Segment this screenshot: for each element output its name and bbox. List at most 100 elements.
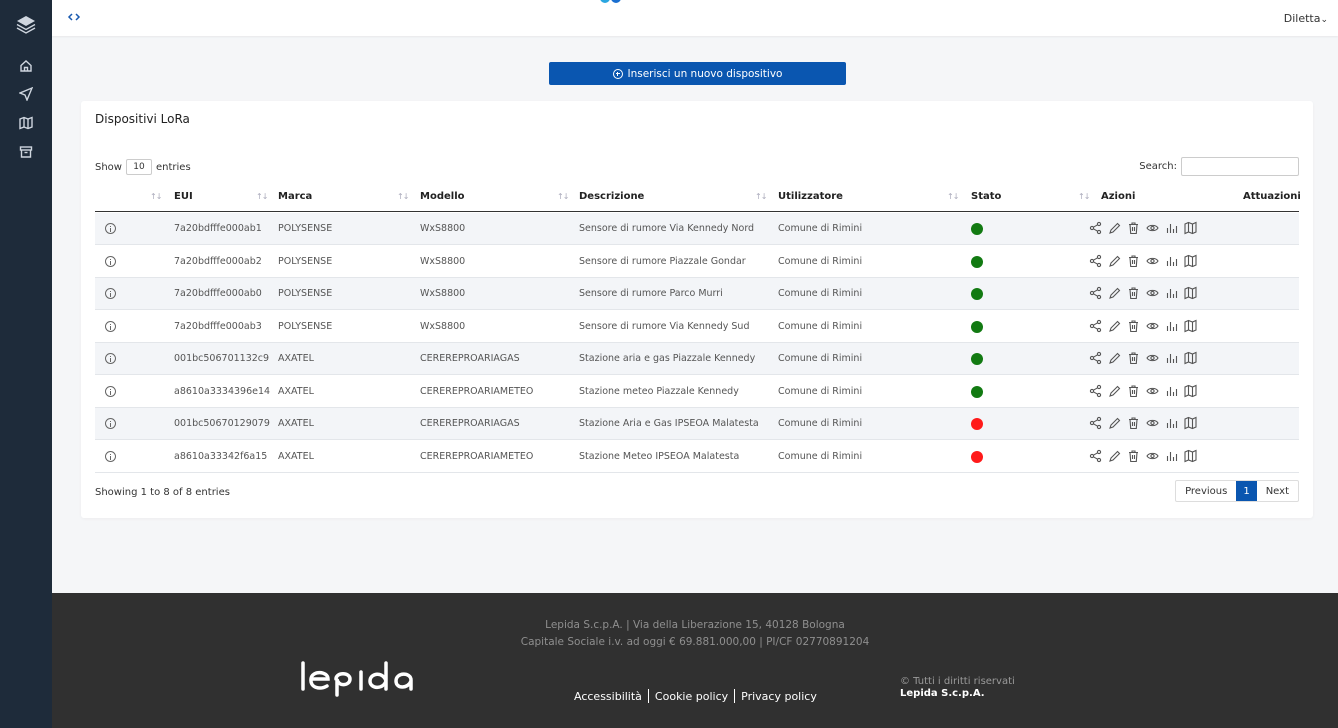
cell-descrizione: Sensore di rumore Parco Murri (579, 288, 723, 299)
footer-capital: Capitale Sociale i.v. ad oggi € 69.881.0… (520, 636, 870, 648)
map-icon[interactable] (1184, 254, 1197, 271)
map-icon[interactable] (1184, 221, 1197, 238)
code-toggle-icon[interactable] (66, 9, 82, 25)
layers-logo-icon[interactable] (14, 12, 38, 36)
send-icon[interactable] (0, 83, 52, 105)
info-icon[interactable] (105, 450, 116, 462)
view-icon[interactable] (1146, 351, 1159, 368)
view-icon[interactable] (1146, 449, 1159, 466)
table-row: 7a20bdfffe000ab3 POLYSENSE WxS8800 Sensore … (95, 311, 1299, 343)
sort-utilizzatore-icon[interactable]: ↑↓ (755, 192, 767, 201)
search-input[interactable] (1181, 157, 1299, 176)
sort-stato-icon[interactable]: ↑↓ (947, 192, 959, 201)
sort-azioni-icon[interactable]: ↑↓ (1078, 192, 1090, 201)
cell-eui: 7a20bdfffe000ab0 (174, 288, 262, 299)
info-icon[interactable] (105, 288, 116, 299)
edit-icon[interactable] (1108, 221, 1121, 238)
delete-icon[interactable] (1127, 254, 1140, 271)
map-icon[interactable] (1184, 449, 1197, 466)
row-actions (1089, 286, 1197, 303)
cell-utilizzatore: Comune di Rimini (778, 288, 863, 299)
view-icon[interactable] (1146, 286, 1159, 303)
share-icon[interactable] (1089, 416, 1102, 433)
share-icon[interactable] (1089, 351, 1102, 368)
edit-icon[interactable] (1108, 286, 1121, 303)
next-button[interactable]: Next (1257, 481, 1298, 501)
map-icon[interactable] (1184, 319, 1197, 336)
page-1-button[interactable]: 1 (1236, 481, 1257, 501)
entries-length-select[interactable]: 10 (125, 159, 152, 175)
view-icon[interactable] (1146, 319, 1159, 336)
privacy-policy-link[interactable]: Privacy policy (741, 690, 817, 703)
new-device-button[interactable]: Inserisci un nuovo dispositivo (549, 62, 846, 85)
edit-icon[interactable] (1108, 319, 1121, 336)
sort-marca-icon[interactable]: ↑↓ (256, 192, 268, 201)
map-icon[interactable] (1184, 286, 1197, 303)
view-icon[interactable] (1146, 384, 1159, 401)
edit-icon[interactable] (1108, 351, 1121, 368)
edit-icon[interactable] (1108, 254, 1121, 271)
edit-icon[interactable] (1108, 449, 1121, 466)
info-icon[interactable] (105, 223, 116, 234)
cell-descrizione: Stazione meteo Piazzale Kennedy (579, 385, 739, 397)
info-icon[interactable] (105, 255, 116, 267)
info-icon[interactable] (105, 353, 116, 364)
cookie-policy-link[interactable]: Cookie policy (655, 690, 728, 703)
sort-eui-icon[interactable]: ↑↓ (150, 192, 162, 201)
chart-icon[interactable] (1165, 449, 1178, 466)
delete-icon[interactable] (1127, 351, 1140, 368)
share-icon[interactable] (1089, 319, 1102, 336)
chart-icon[interactable] (1165, 221, 1178, 238)
cell-descrizione: Stazione Aria e Gas IPSEOA Malatesta (579, 418, 759, 429)
share-icon[interactable] (1089, 449, 1102, 466)
col-descrizione[interactable]: Descrizione (579, 191, 644, 202)
chart-icon[interactable] (1165, 254, 1178, 271)
share-icon[interactable] (1089, 254, 1102, 271)
col-stato[interactable]: Stato (971, 191, 1001, 202)
col-marca[interactable]: Marca (278, 191, 312, 202)
delete-icon[interactable] (1127, 286, 1140, 303)
delete-icon[interactable] (1127, 384, 1140, 401)
view-icon[interactable] (1146, 416, 1159, 433)
cell-eui: 7a20bdfffe000ab1 (174, 223, 262, 234)
chart-icon[interactable] (1165, 351, 1178, 368)
edit-icon[interactable] (1108, 384, 1121, 401)
previous-button[interactable]: Previous (1176, 481, 1236, 501)
cell-eui: 001bc506701132c9 (174, 353, 270, 364)
info-icon[interactable] (105, 385, 116, 397)
delete-icon[interactable] (1127, 221, 1140, 238)
delete-icon[interactable] (1127, 449, 1140, 466)
delete-icon[interactable] (1127, 319, 1140, 336)
share-icon[interactable] (1089, 384, 1102, 401)
col-eui[interactable]: EUI (174, 191, 193, 202)
accessibility-link[interactable]: Accessibilità (574, 690, 642, 703)
row-actions (1089, 254, 1197, 271)
sort-modello-icon[interactable]: ↑↓ (397, 192, 409, 201)
cell-eui: 7a20bdfffe000ab3 (174, 320, 262, 332)
cell-eui: a8610a3334396e14 (174, 385, 271, 397)
map-icon[interactable] (0, 112, 52, 134)
user-menu[interactable]: Diletta⌄ (1284, 12, 1328, 25)
delete-icon[interactable] (1127, 416, 1140, 433)
edit-icon[interactable] (1108, 416, 1121, 433)
share-icon[interactable] (1089, 286, 1102, 303)
cell-utilizzatore: Comune di Rimini (778, 320, 863, 332)
chart-icon[interactable] (1165, 286, 1178, 303)
sort-descrizione-icon[interactable]: ↑↓ (557, 192, 569, 201)
chart-icon[interactable] (1165, 319, 1178, 336)
info-icon[interactable] (105, 320, 116, 332)
chart-icon[interactable] (1165, 416, 1178, 433)
col-modello[interactable]: Modello (420, 191, 465, 202)
info-icon[interactable] (105, 418, 116, 429)
view-icon[interactable] (1146, 221, 1159, 238)
archive-icon[interactable] (0, 141, 52, 163)
share-icon[interactable] (1089, 221, 1102, 238)
col-utilizzatore[interactable]: Utilizzatore (778, 191, 843, 202)
map-icon[interactable] (1184, 384, 1197, 401)
map-icon[interactable] (1184, 416, 1197, 433)
map-icon[interactable] (1184, 351, 1197, 368)
chart-icon[interactable] (1165, 384, 1178, 401)
view-icon[interactable] (1146, 254, 1159, 271)
row-actions (1089, 319, 1197, 336)
home-icon[interactable] (0, 55, 52, 77)
